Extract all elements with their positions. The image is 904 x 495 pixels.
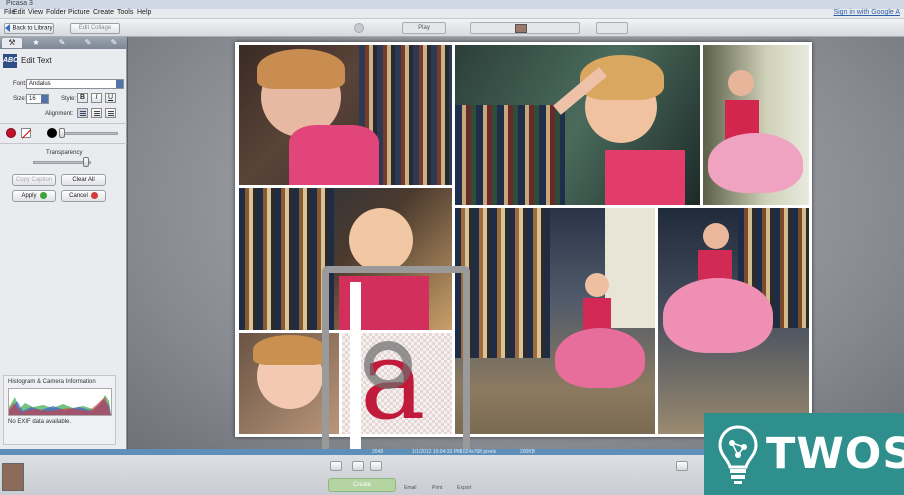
apply-label: Apply xyxy=(21,193,37,199)
tab-tools[interactable]: ⚒ xyxy=(2,38,22,48)
menu-create[interactable]: Create xyxy=(93,9,114,16)
font-value: Andalus xyxy=(29,81,51,87)
rotate-right-button[interactable] xyxy=(352,461,364,471)
play-button[interactable]: Play xyxy=(402,22,446,34)
export-button[interactable]: Export xyxy=(457,485,471,491)
cancel-label: Cancel xyxy=(69,193,88,199)
tab-effects[interactable]: ✎ xyxy=(78,38,98,48)
outline-slider[interactable] xyxy=(60,132,118,135)
bold-button[interactable]: B xyxy=(77,93,88,103)
exif-note: No EXIF data available. xyxy=(8,419,72,425)
divider xyxy=(0,123,127,124)
size-select[interactable]: 16 xyxy=(26,94,49,104)
histogram-title: Histogram & Camera Information xyxy=(8,379,96,385)
status-info: 2048 xyxy=(372,449,384,455)
sign-in-link[interactable]: Sign in with Google A xyxy=(833,9,900,16)
apply-button[interactable]: Apply xyxy=(12,190,56,202)
back-arrow-icon xyxy=(5,24,11,32)
collage-photo[interactable] xyxy=(455,45,700,205)
collage-photo[interactable] xyxy=(455,208,655,434)
tab-basic-fixes[interactable]: ★ xyxy=(26,38,46,48)
outline-color-swatch[interactable] xyxy=(47,128,57,138)
star-button[interactable] xyxy=(370,461,382,471)
outline-slider-knob[interactable] xyxy=(59,128,65,138)
toolbar: Back to Library Edit Collage Play xyxy=(0,19,904,37)
zoom-buttons[interactable] xyxy=(596,22,628,34)
chevron-down-icon xyxy=(116,80,123,88)
size-label: Size: xyxy=(13,96,27,102)
no-fill-swatch[interactable] xyxy=(21,128,32,139)
edit-tabs: ⚒ ★ ✎ ✎ ✎ xyxy=(0,37,127,49)
navigation-strip[interactable] xyxy=(470,22,580,34)
style-label: Style: xyxy=(61,96,77,102)
divider xyxy=(0,143,127,144)
edit-collage-button[interactable]: Edit Collage xyxy=(70,23,120,34)
print-button[interactable]: Print xyxy=(432,485,442,491)
chevron-down-icon xyxy=(41,95,48,103)
menu-tools[interactable]: Tools xyxy=(117,9,133,16)
menu-bar: File Edit View Folder Picture Create Too… xyxy=(0,9,904,19)
back-to-library-label: Back to Library xyxy=(12,25,53,32)
menu-picture[interactable]: Picture xyxy=(68,9,90,16)
histogram-chart xyxy=(8,388,112,416)
menu-folder[interactable]: Folder xyxy=(46,9,66,16)
status-date: 1/1/2012 10:04:33 PM xyxy=(412,449,462,455)
transparency-slider-knob[interactable] xyxy=(83,157,89,167)
italic-button[interactable]: I xyxy=(91,93,102,103)
create-button[interactable]: Create xyxy=(328,478,396,492)
play-label: Play xyxy=(418,25,430,31)
lightbulb-icon xyxy=(718,425,758,484)
back-to-library-button[interactable]: Back to Library xyxy=(4,23,54,34)
nav-thumbnail[interactable] xyxy=(515,24,527,33)
text-color-swatch[interactable] xyxy=(6,128,16,138)
status-dimensions: 1024x768 pixels xyxy=(460,449,497,455)
rotate-left-button[interactable] xyxy=(330,461,342,471)
menu-edit[interactable]: Edit xyxy=(13,9,25,16)
watermark-frame xyxy=(322,266,470,452)
size-value: 16 xyxy=(29,96,36,102)
edit-collage-label: Edit Collage xyxy=(78,25,112,31)
selected-thumbnail[interactable] xyxy=(2,463,24,491)
rotate-icon[interactable] xyxy=(354,23,364,33)
alignment-label: Alignment: xyxy=(45,111,74,117)
close-icon xyxy=(90,191,98,199)
twos-watermark: TWOS xyxy=(704,413,904,495)
email-button[interactable]: Email xyxy=(404,485,417,491)
twos-brand-text: TWOS xyxy=(766,429,904,479)
font-select[interactable]: Andalus xyxy=(26,79,124,89)
cancel-button[interactable]: Cancel xyxy=(61,190,106,202)
collage-photo[interactable] xyxy=(239,45,452,185)
watermark-bar xyxy=(350,282,361,452)
font-label: Font: xyxy=(13,81,27,87)
menu-help[interactable]: Help xyxy=(137,9,151,16)
histogram-graph xyxy=(9,395,111,415)
align-right-button[interactable] xyxy=(105,108,116,118)
zoom-out-button[interactable] xyxy=(676,461,688,471)
slash-icon xyxy=(21,129,32,139)
text-tool-icon: ABC xyxy=(3,54,18,68)
window-title: Picasa 3 xyxy=(6,0,33,7)
panel-header: ABC Edit Text xyxy=(3,52,123,70)
menu-view[interactable]: View xyxy=(28,9,43,16)
histogram-panel: Histogram & Camera Information No EXIF d… xyxy=(3,375,116,445)
edit-panel: ⚒ ★ ✎ ✎ ✎ ABC Edit Text Font: Andalus Si… xyxy=(0,37,127,449)
check-icon xyxy=(39,191,47,199)
align-center-button[interactable] xyxy=(91,108,102,118)
collage-photo[interactable] xyxy=(658,208,809,434)
title-bar: Picasa 3 xyxy=(0,0,904,9)
align-left-button[interactable] xyxy=(77,108,88,118)
transparency-label: Transparency xyxy=(46,150,83,156)
tab-tuning[interactable]: ✎ xyxy=(52,38,72,48)
status-size: 200KB xyxy=(520,449,536,455)
tab-more-effects[interactable]: ✎ xyxy=(104,38,124,48)
collage-photo[interactable] xyxy=(703,45,809,205)
copy-caption-button[interactable]: Copy Caption xyxy=(12,174,56,186)
panel-title: Edit Text xyxy=(21,56,52,65)
clear-all-button[interactable]: Clear All xyxy=(61,174,106,186)
underline-button[interactable]: U xyxy=(105,93,116,103)
